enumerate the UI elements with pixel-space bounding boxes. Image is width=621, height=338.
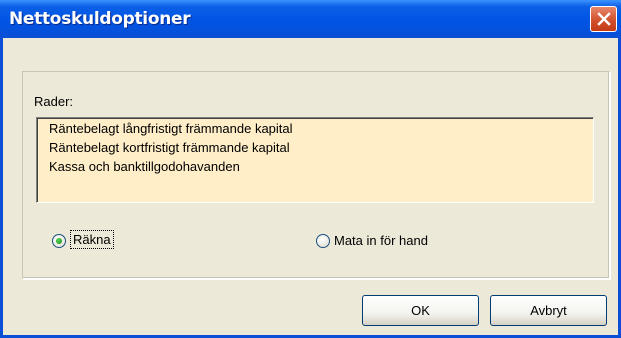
close-button[interactable] [590, 6, 617, 32]
title-bar[interactable]: Nettoskuldoptioner [0, 0, 621, 38]
rows-list[interactable]: Räntebelagt långfristigt främmande kapit… [36, 117, 594, 203]
cancel-button[interactable]: Avbryt [490, 295, 607, 326]
close-icon [597, 12, 611, 26]
rows-label: Rader: [34, 94, 74, 109]
ok-button[interactable]: OK [362, 295, 479, 326]
window-frame-left [0, 38, 3, 338]
list-item[interactable]: Räntebelagt långfristigt främmande kapit… [49, 121, 293, 136]
list-item[interactable]: Räntebelagt kortfristigt främmande kapit… [49, 140, 290, 155]
count-label-text: Räkna [70, 230, 114, 249]
manual-radio[interactable] [316, 234, 330, 248]
count-radio[interactable] [52, 234, 66, 248]
count-radio-label[interactable]: Räkna [70, 230, 114, 249]
manual-radio-label[interactable]: Mata in för hand [334, 233, 428, 248]
list-item[interactable]: Kassa och banktillgodohavanden [49, 159, 240, 174]
window-title: Nettoskuldoptioner [9, 9, 191, 29]
